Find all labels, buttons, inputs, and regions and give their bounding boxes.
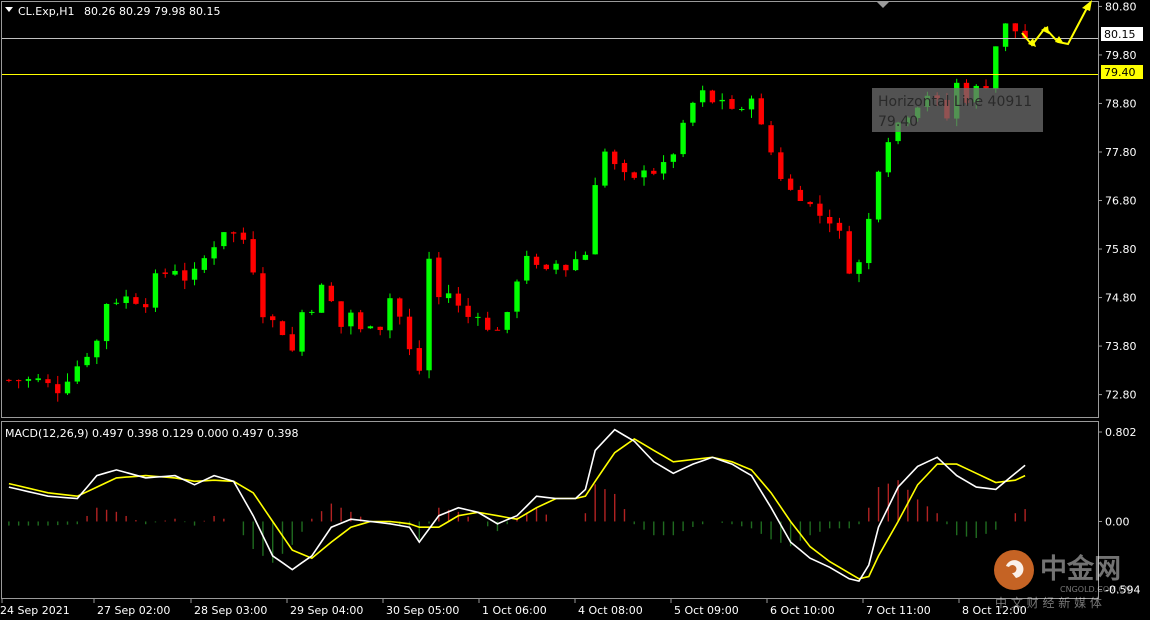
time-axis-label: 5 Oct 09:00 [674, 604, 739, 617]
candle [426, 251, 432, 379]
trading-chart: 80.80 79.80 78.80 77.80 76.80 75.80 74.80 73.80… [0, 0, 1150, 620]
candle [846, 225, 852, 275]
price-axis-label: 75.80 [1105, 243, 1137, 256]
level-price-tag: 79.40 [1101, 65, 1143, 79]
candle [602, 148, 608, 188]
macd-axis-label: 0.802 [1105, 426, 1137, 439]
svg-text:79.40: 79.40 [1104, 66, 1136, 79]
horizontal-line-tooltip: Horizontal Line 40911 79.40 [872, 88, 1043, 132]
ohlc-readout: 80.26 80.29 79.98 80.15 [84, 5, 220, 18]
price-axis-label: 78.80 [1105, 97, 1137, 110]
time-axis-label: 7 Oct 11:00 [866, 604, 931, 617]
candle [768, 120, 774, 156]
current-price-tag: 80.15 [1101, 27, 1143, 41]
candle [885, 137, 892, 177]
candle [866, 212, 872, 270]
candle [690, 101, 696, 127]
watermark-domain: CNGOLD.COM.CN [1060, 585, 1130, 594]
time-axis-label: 30 Sep 05:00 [386, 604, 459, 617]
time-axis-label: 29 Sep 04:00 [290, 604, 363, 617]
candle [260, 267, 266, 324]
candle [279, 320, 286, 336]
time-axis-label: 6 Oct 10:00 [770, 604, 835, 617]
price-axis-label: 76.80 [1105, 195, 1137, 208]
candle [709, 89, 716, 104]
macd-axis-label: 0.00 [1105, 515, 1130, 528]
tooltip-line2: 79.40 [878, 114, 918, 130]
candle [993, 46, 999, 93]
time-axis-label: 27 Sep 02:00 [97, 604, 170, 617]
candle [875, 170, 882, 223]
time-axis-label: 1 Oct 06:00 [482, 604, 547, 617]
watermark-tagline: 中 文 财 经 新 媒 体 [995, 595, 1102, 610]
candle [592, 177, 598, 255]
time-axis-label: 4 Oct 08:00 [578, 604, 643, 617]
macd-header: MACD(12,26,9) 0.497 0.398 0.129 0.000 0.… [5, 427, 298, 440]
candle [152, 269, 159, 312]
watermark-brand: 中金网 [1040, 553, 1121, 585]
price-axis-label: 79.80 [1105, 49, 1137, 62]
candle [357, 309, 364, 333]
symbol-title: CL.Exp,H1 [18, 5, 75, 18]
candle [436, 252, 442, 305]
price-axis-label: 77.80 [1105, 146, 1137, 159]
time-axis-label: 24 Sep 2021 [0, 604, 70, 617]
price-axis-label: 74.80 [1105, 292, 1137, 305]
price-axis-label: 73.80 [1105, 340, 1137, 353]
candle [680, 119, 686, 158]
svg-text:80.15: 80.15 [1104, 28, 1136, 41]
price-axis-label: 80.80 [1105, 0, 1137, 13]
cngold-logo-icon [994, 550, 1034, 590]
price-axis-label: 72.80 [1105, 389, 1137, 402]
candle [299, 309, 305, 356]
tooltip-line1: Horizontal Line 40911 [878, 94, 1032, 110]
candle [778, 147, 784, 181]
time-axis-label: 28 Sep 03:00 [194, 604, 267, 617]
candle [318, 283, 325, 313]
